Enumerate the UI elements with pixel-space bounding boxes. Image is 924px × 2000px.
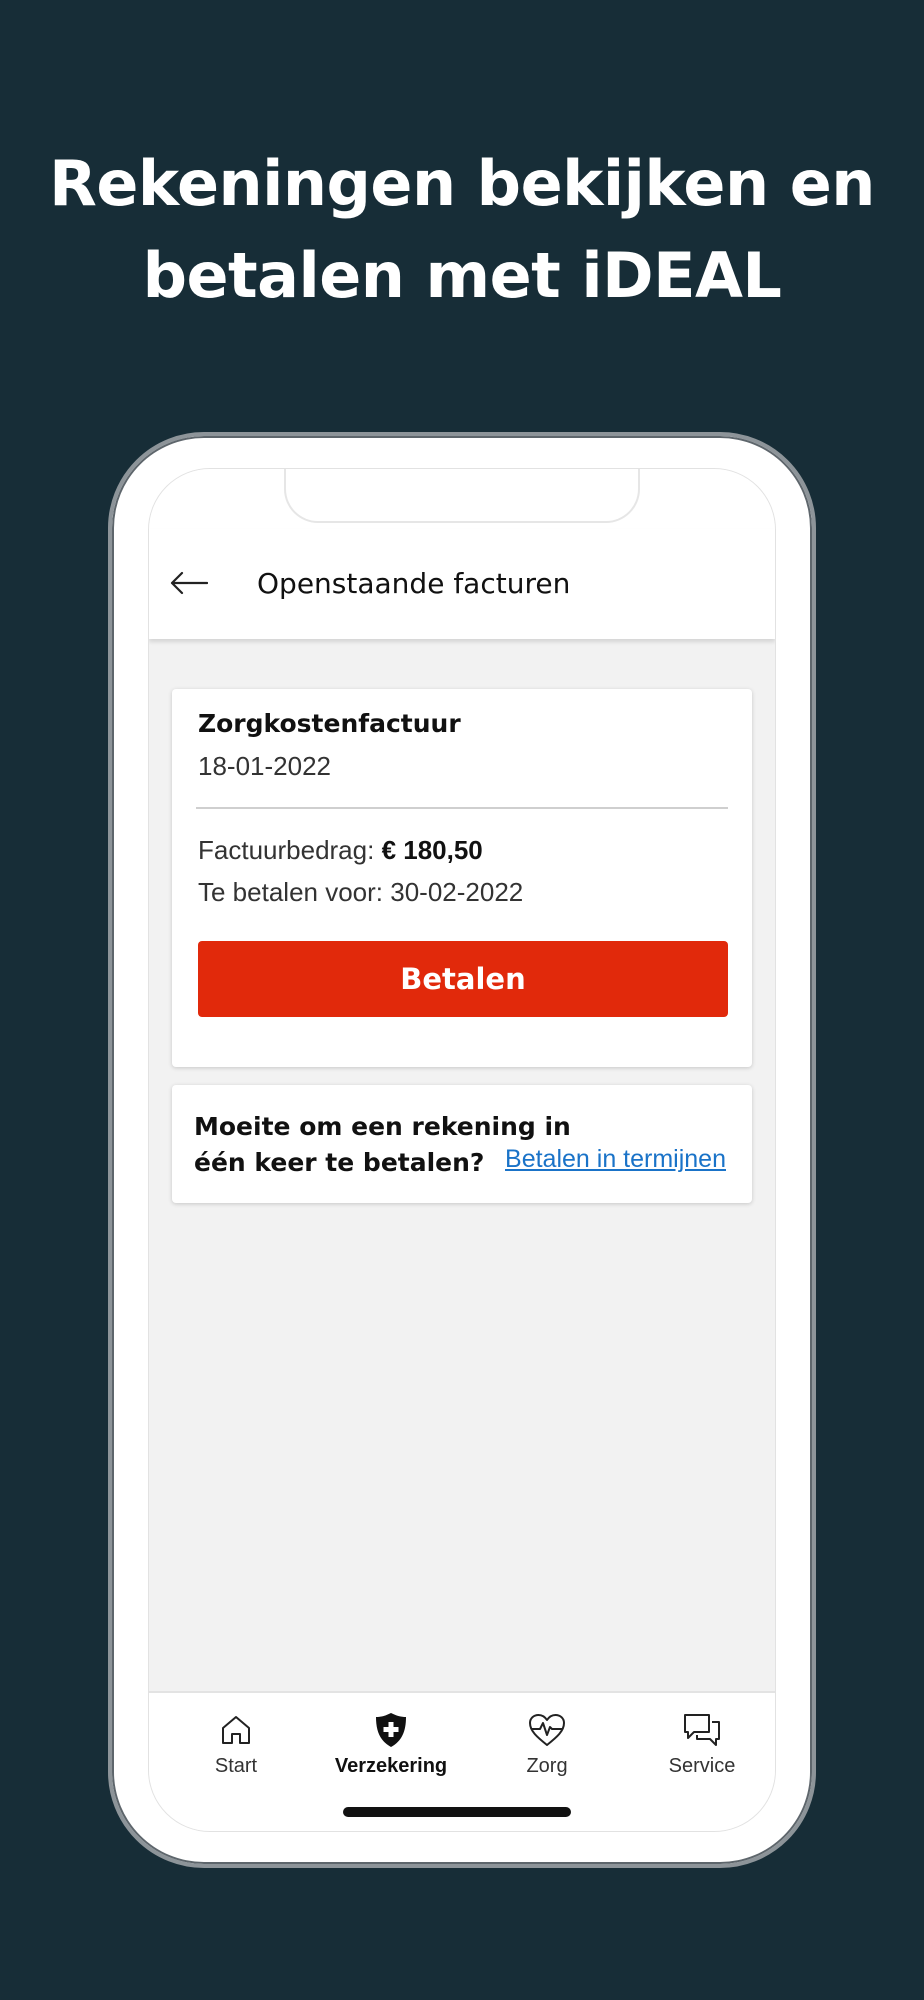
nav-label-service: Service (668, 1755, 736, 1777)
page-title: Openstaande facturen (257, 567, 571, 600)
invoice-card: Zorgkostenfactuur 18-01-2022 Factuurbedr… (172, 689, 752, 1067)
amount-label: Factuurbedrag: (198, 835, 375, 865)
due-date: 30-02-2022 (390, 877, 524, 907)
installments-link[interactable]: Betalen in termijnen (505, 1145, 726, 1174)
headline-line-2: betalen met iDEAL (142, 239, 782, 312)
phone-screen: Openstaande facturen Zorgkostenfactuur 1… (148, 468, 776, 1832)
divider (196, 807, 728, 809)
nav-label-start: Start (214, 1755, 258, 1777)
nav-item-service[interactable]: Service (627, 1707, 775, 1778)
nav-label-zorg: Zorg (526, 1755, 568, 1777)
nav-item-zorg[interactable]: Zorg (472, 1707, 622, 1778)
app-bar: Openstaande facturen (149, 529, 775, 639)
headline: Rekeningen bekijken en betalen met iDEAL (0, 138, 924, 322)
home-indicator[interactable] (343, 1807, 571, 1817)
amount-value: € 180,50 (381, 835, 483, 865)
heart-pulse-icon (529, 1714, 565, 1746)
invoice-due-row: Te betalen voor: 30-02-2022 (198, 877, 523, 908)
nav-item-start[interactable]: Start (161, 1707, 311, 1778)
question-line-1: Moeite om een rekening in (194, 1112, 571, 1141)
bottom-nav: Start Verzekering Zorg Service (149, 1691, 775, 1831)
phone-notch (284, 469, 640, 523)
installments-card: Moeite om een rekening in één keer te be… (172, 1085, 752, 1203)
back-button[interactable] (169, 565, 209, 601)
invoice-amount-row: Factuurbedrag: € 180,50 (198, 835, 483, 866)
home-icon (222, 1716, 250, 1744)
headline-line-1: Rekeningen bekijken en (49, 147, 875, 220)
nav-label-verzekering: Verzekering (334, 1755, 448, 1777)
invoice-title: Zorgkostenfactuur (198, 709, 461, 738)
invoice-date: 18-01-2022 (198, 751, 331, 781)
chat-bubbles-icon (684, 1714, 720, 1746)
due-label: Te betalen voor: (198, 877, 384, 907)
nav-item-verzekering[interactable]: Verzekering (316, 1707, 466, 1778)
pay-button[interactable]: Betalen (198, 941, 728, 1017)
shield-cross-icon (376, 1713, 406, 1747)
arrow-left-icon (170, 571, 208, 595)
